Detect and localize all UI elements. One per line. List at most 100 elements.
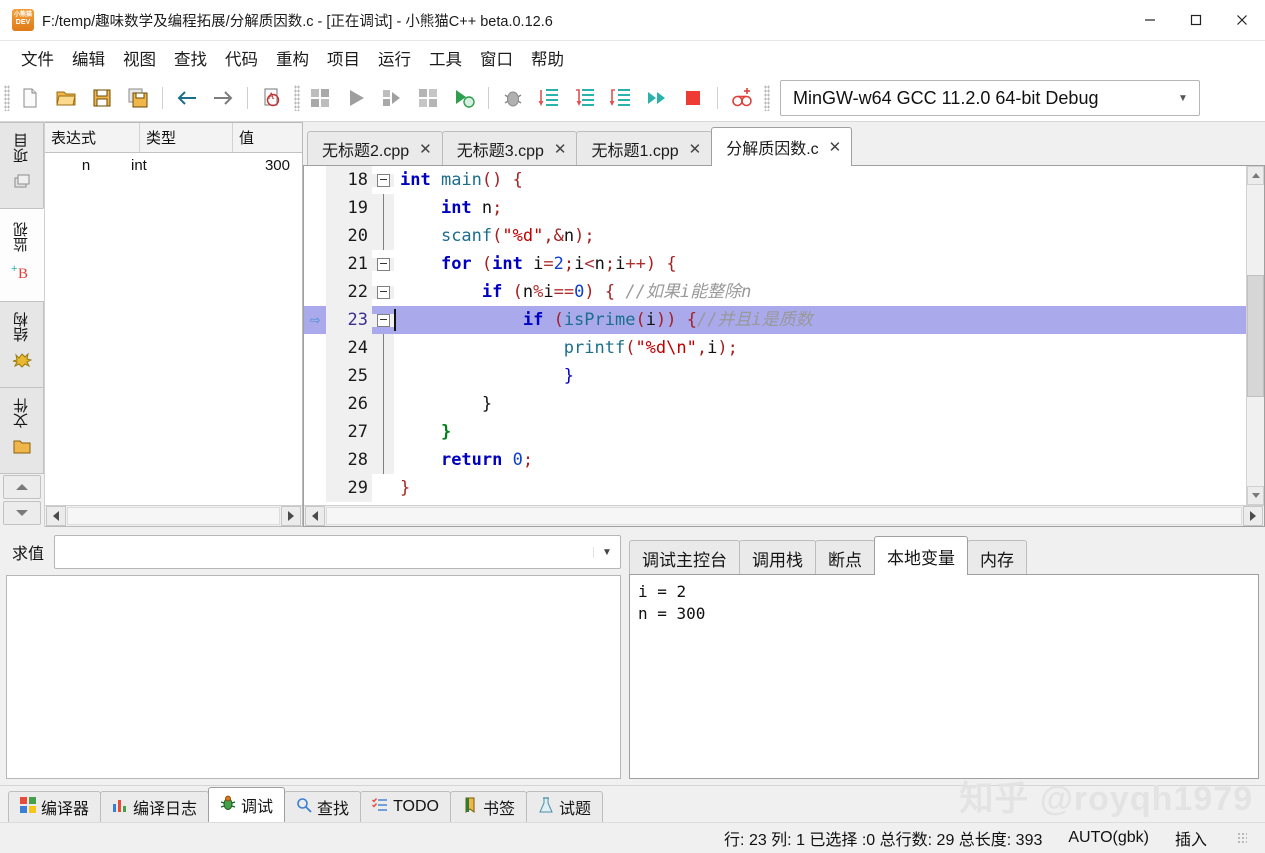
chevron-down-icon[interactable]: ▼ [593, 546, 620, 558]
close-button[interactable] [1219, 0, 1265, 40]
bottom-tab-compiler[interactable]: 编译器 [8, 791, 102, 822]
scroll-right-button[interactable] [281, 506, 301, 526]
debug-tab-breakpoints[interactable]: 断点 [815, 540, 875, 575]
scroll-track[interactable] [326, 507, 1242, 525]
scroll-left-button[interactable] [46, 506, 66, 526]
debug-tab-console[interactable]: 调试主控台 [629, 540, 740, 575]
toolbar-grip[interactable] [4, 85, 10, 111]
watch-column-value[interactable]: 值 [233, 123, 302, 152]
menu-tools[interactable]: 工具 [420, 44, 471, 72]
status-insert-mode[interactable]: 插入 [1175, 826, 1207, 850]
minimize-button[interactable] [1127, 0, 1173, 40]
fold-toggle[interactable] [372, 285, 394, 299]
menu-project[interactable]: 项目 [318, 44, 369, 72]
new-file-icon[interactable] [14, 82, 46, 114]
fold-toggle[interactable] [372, 257, 394, 271]
sidebar-tab-project[interactable]: 项目 [0, 122, 44, 209]
bottom-tab-buildlog[interactable]: 编译日志 [100, 791, 210, 822]
watch-column-expression[interactable]: 表达式 [45, 123, 140, 152]
code-line[interactable]: 18 int main() { [304, 166, 1246, 194]
toolbar-grip[interactable] [294, 85, 300, 111]
scroll-right-button[interactable] [1243, 506, 1263, 526]
maximize-button[interactable] [1173, 0, 1219, 40]
code-line[interactable]: 26 } [304, 390, 1246, 418]
debug-tab-memory[interactable]: 内存 [967, 540, 1027, 575]
editor-tab-untitled1[interactable]: 无标题1.cpp ✕ [576, 131, 713, 166]
compile-run-icon[interactable] [376, 82, 408, 114]
open-folder-icon[interactable] [50, 82, 82, 114]
bottom-tab-problemset[interactable]: 试题 [526, 791, 604, 822]
debug-tab-locals[interactable]: 本地变量 [874, 536, 968, 575]
rebuild-icon[interactable] [412, 82, 444, 114]
forward-arrow-icon[interactable] [207, 82, 239, 114]
close-icon[interactable]: ✕ [829, 138, 842, 156]
locals-output[interactable]: i = 2 n = 300 [629, 574, 1259, 779]
menu-run[interactable]: 运行 [369, 44, 420, 72]
watch-hscrollbar[interactable] [45, 505, 302, 526]
step-out-icon[interactable] [605, 82, 637, 114]
menu-help[interactable]: 帮助 [522, 44, 573, 72]
sidebar-tab-watch[interactable]: 监视 + B [0, 207, 44, 303]
sidebar-scroll-down-button[interactable] [3, 501, 41, 526]
code-line[interactable]: 19 int n; [304, 194, 1246, 222]
toolbar-grip[interactable] [764, 85, 770, 111]
scroll-track-top[interactable] [1247, 185, 1264, 274]
code-line[interactable]: 22 if (n%i==0) { //如果i能整除n [304, 278, 1246, 306]
scroll-left-button[interactable] [305, 506, 325, 526]
scroll-track[interactable] [67, 507, 280, 525]
editor-tab-primefactor[interactable]: 分解质因数.c ✕ [711, 127, 853, 166]
code-view[interactable]: 18 int main() { 19 int n; 20 scanf("%d",… [304, 166, 1246, 505]
scroll-down-button[interactable] [1247, 486, 1264, 505]
scroll-up-button[interactable] [1247, 166, 1264, 185]
save-all-icon[interactable] [122, 82, 154, 114]
continue-icon[interactable] [641, 82, 673, 114]
resize-grip[interactable] [1237, 832, 1247, 844]
editor-hscrollbar[interactable] [304, 505, 1264, 526]
debug-tab-callstack[interactable]: 调用栈 [739, 540, 816, 575]
menu-window[interactable]: 窗口 [471, 44, 522, 72]
code-editor[interactable]: 18 int main() { 19 int n; 20 scanf("%d",… [303, 165, 1265, 527]
watch-column-type[interactable]: 类型 [140, 123, 233, 152]
debug-bug-icon[interactable] [497, 82, 529, 114]
close-icon[interactable]: ✕ [419, 140, 432, 158]
menu-file[interactable]: 文件 [12, 44, 63, 72]
editor-tab-untitled3[interactable]: 无标题3.cpp ✕ [441, 131, 578, 166]
menu-view[interactable]: 视图 [114, 44, 165, 72]
code-line[interactable]: 21 for (int i=2;i<n;i++) { [304, 250, 1246, 278]
bottom-tab-search[interactable]: 查找 [284, 791, 362, 822]
eval-input-combo[interactable]: ▼ [54, 535, 621, 569]
sidebar-tab-files[interactable]: 文件 [0, 387, 44, 475]
editor-vscrollbar[interactable] [1246, 166, 1264, 505]
fold-toggle[interactable] [372, 313, 394, 327]
find-icon[interactable]: A [256, 82, 288, 114]
menu-code[interactable]: 代码 [216, 44, 267, 72]
close-icon[interactable]: ✕ [689, 140, 702, 158]
code-line[interactable]: 27 } [304, 418, 1246, 446]
bottom-tab-debug[interactable]: 调试 [208, 787, 286, 822]
watch-body[interactable]: n int 300 [45, 153, 302, 505]
step-over-icon[interactable] [533, 82, 565, 114]
bottom-tab-bookmark[interactable]: 书签 [450, 791, 528, 822]
bottom-tab-todo[interactable]: TODO [360, 791, 451, 822]
status-encoding[interactable]: AUTO(gbk) [1068, 829, 1149, 847]
code-line[interactable]: 25 } [304, 362, 1246, 390]
menu-search[interactable]: 查找 [165, 44, 216, 72]
eval-output[interactable] [6, 575, 621, 779]
table-row[interactable]: n int 300 [45, 153, 302, 177]
save-icon[interactable] [86, 82, 118, 114]
stop-icon[interactable] [677, 82, 709, 114]
editor-tab-untitled2[interactable]: 无标题2.cpp ✕ [307, 131, 443, 166]
run-options-icon[interactable] [448, 82, 480, 114]
close-icon[interactable]: ✕ [554, 140, 567, 158]
eval-input[interactable] [55, 537, 593, 567]
scroll-thumb[interactable] [1247, 275, 1264, 397]
code-line[interactable]: 20 scanf("%d",&n); [304, 222, 1246, 250]
code-line[interactable]: 29 } [304, 474, 1246, 502]
code-line-current[interactable]: ⇨ 23 if (isPrime(i)) {//并且i是质数 [304, 306, 1246, 334]
scroll-track-bottom[interactable] [1247, 397, 1264, 486]
step-into-icon[interactable] [569, 82, 601, 114]
run-icon[interactable] [340, 82, 372, 114]
menu-refactor[interactable]: 重构 [267, 44, 318, 72]
sidebar-scroll-up-button[interactable] [3, 475, 41, 500]
compile-icon[interactable] [304, 82, 336, 114]
